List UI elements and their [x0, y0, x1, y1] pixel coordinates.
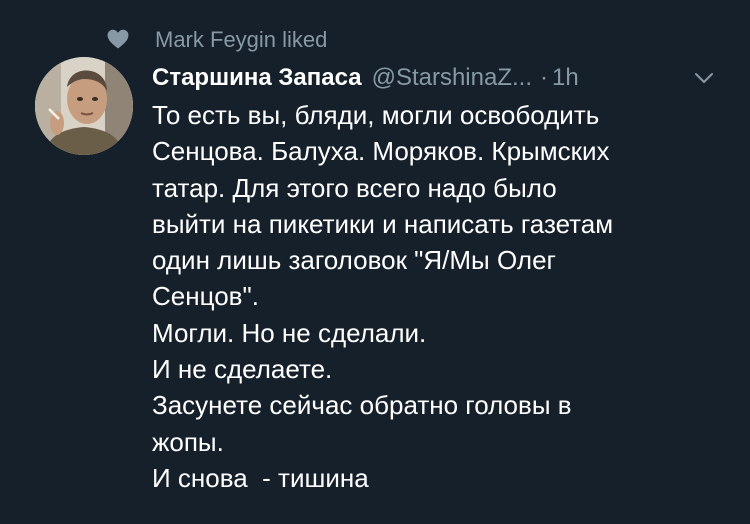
tweet-text-line: И снова - тишина: [152, 462, 369, 493]
tweet-text-line: один лишь заголовок "Я/Мы Олег: [152, 245, 557, 276]
social-context: Mark Feygin liked: [107, 24, 327, 54]
separator-dot: ·: [540, 64, 548, 91]
tweet-text-line: выйти на пикетики и написать газетам: [152, 208, 614, 239]
tweet-header: Старшина Запаса @StarshinaZ... · 1h: [152, 62, 579, 94]
timestamp[interactable]: 1h: [552, 64, 579, 92]
display-name[interactable]: Старшина Запаса: [152, 64, 362, 92]
tweet-text-line: Сенцова. Балуха. Моряков. Крымских: [152, 136, 610, 167]
tweet-text-line: Сенцов".: [152, 281, 259, 312]
chevron-down-icon[interactable]: [693, 70, 715, 86]
tweet-text-line: То есть вы, бляди, могли освободить: [152, 100, 600, 130]
tweet-text-line: И не сделаете.: [152, 354, 333, 385]
tweet-text-line: Могли. Но не сделали.: [152, 317, 427, 348]
tweet-text-line: Засунете сейчас обратно головы в: [152, 390, 572, 421]
user-handle[interactable]: @StarshinaZ...: [372, 64, 532, 92]
tweet-text: То есть вы, бляди, могли освободить Сенц…: [152, 97, 737, 496]
social-context-text[interactable]: Mark Feygin liked: [155, 27, 327, 53]
tweet-text-line: жопы.: [152, 426, 224, 457]
heart-icon: [107, 29, 129, 49]
tweet-text-line: татар. Для этого всего надо было: [152, 172, 557, 203]
avatar[interactable]: [35, 57, 133, 155]
